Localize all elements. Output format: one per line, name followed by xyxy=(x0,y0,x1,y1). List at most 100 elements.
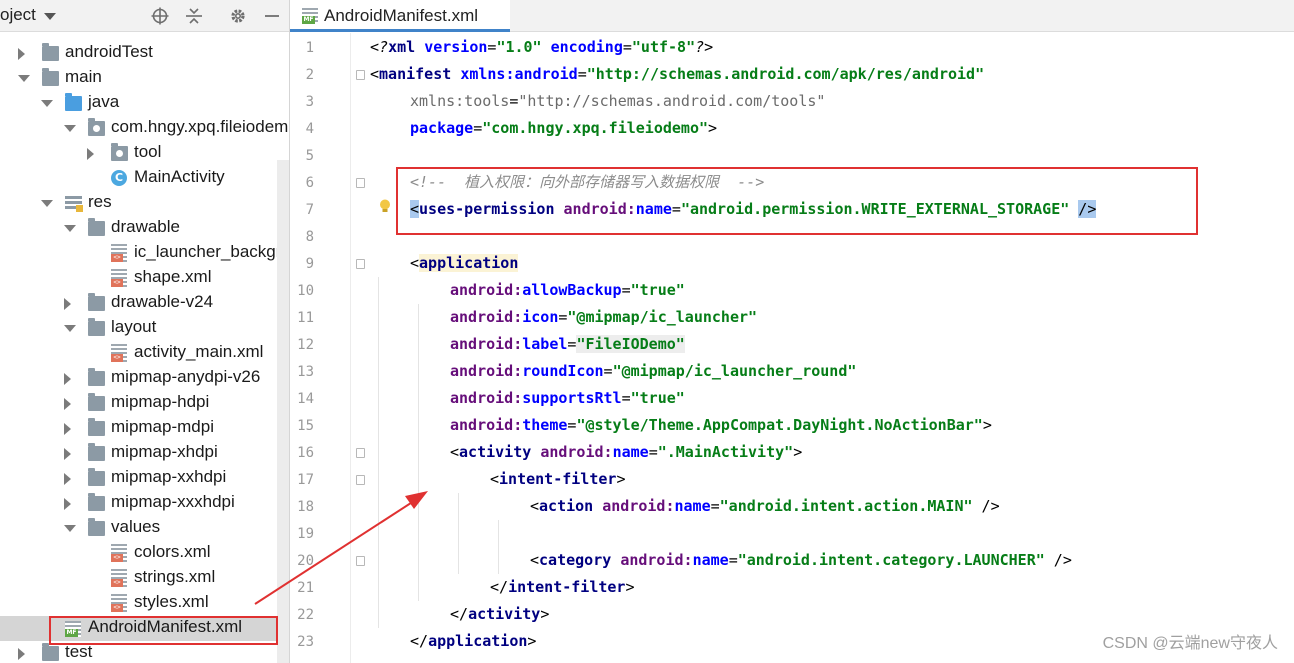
fold-marker-icon[interactable] xyxy=(356,259,365,269)
collapsed-arrow-icon[interactable] xyxy=(64,373,71,385)
tree-item[interactable]: mipmap-hdpi xyxy=(0,391,289,416)
code-token: "android.intent.action.MAIN" xyxy=(719,497,973,515)
project-panel: oject androidTest main java com.hngy.xpq.fi… xyxy=(0,0,290,663)
collapsed-arrow-icon[interactable] xyxy=(18,648,25,660)
tree-item[interactable]: mipmap-xhdpi xyxy=(0,441,289,466)
tree-item[interactable]: <> colors.xml xyxy=(0,541,289,566)
folder-icon xyxy=(88,443,105,461)
code-token: "http://schemas.android.com/tools" xyxy=(518,92,826,110)
xml-file-icon: <> xyxy=(111,594,127,612)
code-token: > xyxy=(793,443,803,461)
fold-marker-icon[interactable] xyxy=(356,178,365,188)
code-token: > xyxy=(616,470,626,488)
code-token: "@mipmap/ic_launcher" xyxy=(567,308,758,326)
tree-item[interactable]: values xyxy=(0,516,289,541)
collapsed-arrow-icon[interactable] xyxy=(64,423,71,435)
code-line: android:roundIcon="@mipmap/ic_launcher_r… xyxy=(450,358,856,385)
expanded-arrow-icon[interactable] xyxy=(64,325,76,332)
folder-icon xyxy=(42,643,59,661)
expanded-arrow-icon[interactable] xyxy=(64,225,76,232)
expanded-arrow-icon[interactable] xyxy=(64,125,76,132)
code-token: allowBackup xyxy=(522,281,622,299)
code-token: = xyxy=(621,281,631,299)
tree-item[interactable]: layout xyxy=(0,316,289,341)
tree-item-label: ic_launcher_backgro xyxy=(134,242,290,261)
tree-item[interactable]: java xyxy=(0,91,289,116)
tree-item[interactable]: com.hngy.xpq.fileiodem xyxy=(0,116,289,141)
tree-item[interactable]: androidTest xyxy=(0,41,289,66)
code-line: <manifest xmlns:android="http://schemas.… xyxy=(370,61,984,88)
package-icon xyxy=(111,143,128,161)
annotation-box-permission xyxy=(396,167,1198,235)
tree-item[interactable]: C MainActivity xyxy=(0,166,289,191)
code-token: android: xyxy=(450,416,523,434)
tree-item[interactable]: mipmap-xxxhdpi xyxy=(0,491,289,516)
tree-item[interactable]: <> strings.xml xyxy=(0,566,289,591)
tree-item[interactable]: <> shape.xml xyxy=(0,266,289,291)
folder-icon xyxy=(88,293,105,311)
expanded-arrow-icon[interactable] xyxy=(41,200,53,207)
tree-item[interactable]: mipmap-xxhdpi xyxy=(0,466,289,491)
tree-item[interactable]: mipmap-mdpi xyxy=(0,416,289,441)
code-token: = xyxy=(710,497,720,515)
folder-icon xyxy=(88,368,105,386)
folder-icon xyxy=(88,418,105,436)
expanded-arrow-icon[interactable] xyxy=(18,75,30,82)
code-token: /> xyxy=(972,497,1000,515)
expanded-arrow-icon[interactable] xyxy=(41,100,53,107)
tree-item-partial xyxy=(0,12,289,37)
code-line: xmlns:tools="http://schemas.android.com/… xyxy=(410,88,825,115)
tree-item[interactable]: drawable xyxy=(0,216,289,241)
fold-marker-icon[interactable] xyxy=(356,475,365,485)
tree-item[interactable]: mipmap-anydpi-v26 xyxy=(0,366,289,391)
code-token: version xyxy=(424,38,488,56)
fold-marker-icon[interactable] xyxy=(356,448,365,458)
code-token: = xyxy=(577,65,587,83)
tree-item[interactable]: res xyxy=(0,191,289,216)
code-token: name xyxy=(674,497,711,515)
tree-item[interactable]: <> ic_launcher_backgro xyxy=(0,241,290,266)
line-number: 10 xyxy=(297,283,314,299)
code-token: </ xyxy=(450,605,469,623)
tab-label: AndroidManifest.xml xyxy=(324,6,479,25)
code-token: > xyxy=(708,119,718,137)
code-token: "http://schemas.android.com/apk/res/andr… xyxy=(586,65,985,83)
lightbulb-icon[interactable] xyxy=(378,199,392,213)
code-token: android: xyxy=(450,362,523,380)
tree-item[interactable]: drawable-v24 xyxy=(0,291,289,316)
fold-marker-icon[interactable] xyxy=(356,70,365,80)
tab-android-manifest[interactable]: MF AndroidManifest.xml xyxy=(290,0,510,32)
code-token: = xyxy=(648,443,658,461)
tree-item[interactable]: <> styles.xml xyxy=(0,591,289,616)
code-token: encoding xyxy=(550,38,623,56)
tree-item[interactable]: main xyxy=(0,66,289,91)
collapsed-arrow-icon[interactable] xyxy=(64,498,71,510)
line-number: 22 xyxy=(297,607,314,623)
expanded-arrow-icon[interactable] xyxy=(64,525,76,532)
project-tree-scrollbar[interactable] xyxy=(277,160,289,663)
tree-item-label: tool xyxy=(134,142,162,161)
collapsed-arrow-icon[interactable] xyxy=(64,298,71,310)
source-folder-icon xyxy=(65,93,82,111)
folder-icon xyxy=(88,218,105,236)
collapsed-arrow-icon[interactable] xyxy=(87,148,94,160)
tree-item-label: styles.xml xyxy=(134,592,209,611)
collapsed-arrow-icon[interactable] xyxy=(18,48,25,60)
code-line: <application xyxy=(410,250,519,277)
line-number: 6 xyxy=(305,175,314,191)
code-token: android: xyxy=(620,551,693,569)
xml-file-icon: <> xyxy=(111,544,127,562)
folder-icon xyxy=(42,43,59,61)
collapsed-arrow-icon[interactable] xyxy=(64,473,71,485)
collapsed-arrow-icon[interactable] xyxy=(64,398,71,410)
tree-item-label: layout xyxy=(111,317,157,336)
code-token: xmlns:tools xyxy=(410,92,510,110)
tree-item[interactable]: tool xyxy=(0,141,289,166)
tree-item-label: mipmap-xxxhdpi xyxy=(111,492,235,511)
tree-item-label: colors.xml xyxy=(134,542,211,561)
code-token: category xyxy=(539,551,621,569)
tree-item-label: java xyxy=(88,92,120,111)
collapsed-arrow-icon[interactable] xyxy=(64,448,71,460)
tree-item[interactable]: <> activity_main.xml xyxy=(0,341,289,366)
fold-marker-icon[interactable] xyxy=(356,556,365,566)
